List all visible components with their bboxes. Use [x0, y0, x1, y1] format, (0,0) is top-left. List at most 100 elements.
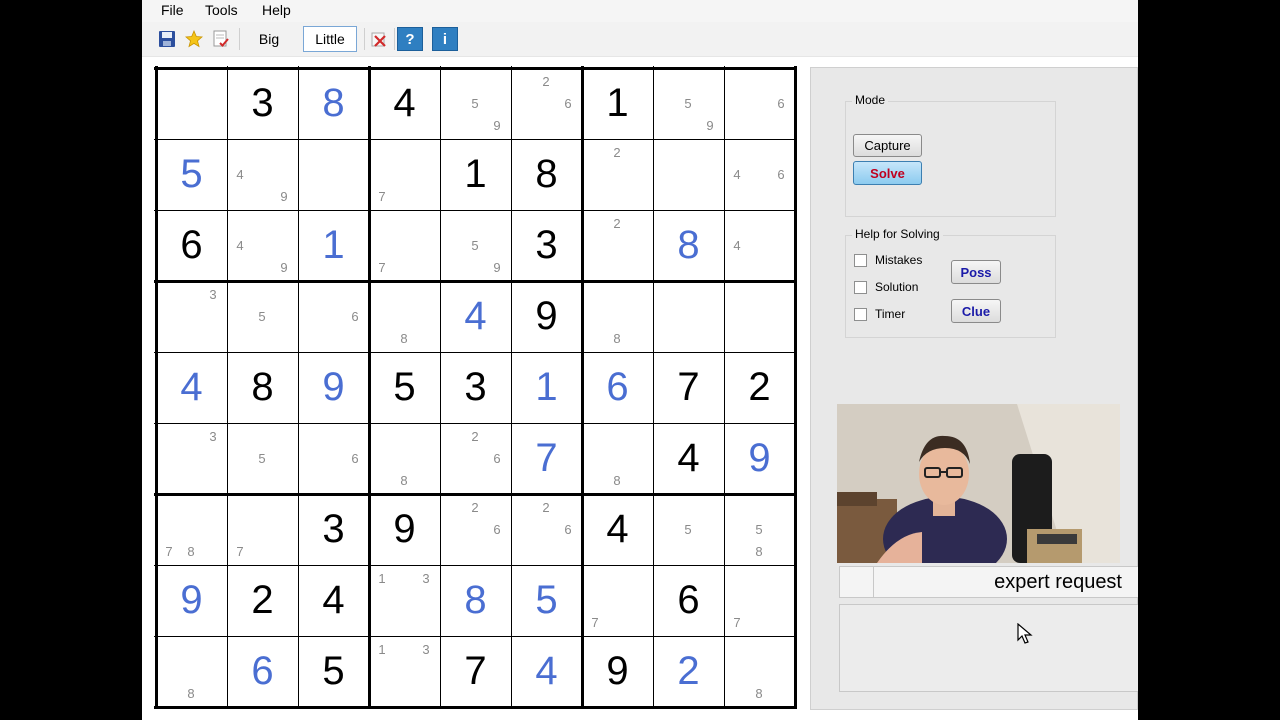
sudoku-cell[interactable] — [724, 281, 795, 352]
sudoku-cell[interactable]: 49 — [227, 139, 298, 210]
sudoku-cell[interactable]: 7 — [724, 565, 795, 636]
menu-help[interactable]: Help — [262, 2, 291, 18]
sudoku-cell[interactable]: 5 — [298, 636, 369, 707]
save-icon[interactable] — [157, 29, 177, 49]
sudoku-cell[interactable] — [156, 68, 227, 139]
solve-button[interactable]: Solve — [853, 161, 922, 185]
timer-checkbox[interactable] — [854, 308, 867, 321]
sudoku-cell[interactable]: 4 — [298, 565, 369, 636]
sudoku-cell[interactable]: 4 — [369, 68, 440, 139]
sudoku-cell[interactable]: 49 — [227, 210, 298, 281]
little-button[interactable]: Little — [303, 26, 357, 52]
sudoku-cell[interactable]: 2 — [227, 565, 298, 636]
sudoku-cell[interactable]: 26 — [511, 68, 582, 139]
sudoku-cell[interactable]: 2 — [582, 210, 653, 281]
star-icon[interactable] — [184, 29, 204, 49]
sudoku-cell[interactable]: 2 — [582, 139, 653, 210]
poss-button[interactable]: Poss — [951, 260, 1001, 284]
sudoku-cell[interactable]: 9 — [298, 352, 369, 423]
sudoku-cell[interactable]: 8 — [156, 636, 227, 707]
sudoku-cell[interactable]: 8 — [369, 281, 440, 352]
sudoku-cell[interactable]: 9 — [369, 494, 440, 565]
sudoku-cell[interactable]: 8 — [582, 423, 653, 494]
sudoku-cell[interactable]: 3 — [511, 210, 582, 281]
sudoku-cell[interactable]: 2 — [653, 636, 724, 707]
sudoku-cell[interactable]: 7 — [511, 423, 582, 494]
sudoku-cell[interactable]: 5 — [156, 139, 227, 210]
sudoku-cell[interactable]: 1 — [511, 352, 582, 423]
sudoku-cell[interactable]: 59 — [653, 68, 724, 139]
sudoku-cell[interactable]: 26 — [511, 494, 582, 565]
sudoku-cell[interactable]: 8 — [653, 210, 724, 281]
sudoku-cell[interactable]: 8 — [724, 636, 795, 707]
sudoku-cell[interactable]: 6 — [653, 565, 724, 636]
info-button[interactable]: i — [432, 27, 458, 51]
sudoku-cell[interactable]: 4 — [724, 210, 795, 281]
sudoku-cell[interactable]: 4 — [582, 494, 653, 565]
sudoku-cell[interactable]: 5 — [227, 281, 298, 352]
sudoku-cell[interactable]: 8 — [298, 68, 369, 139]
sudoku-cell[interactable]: 6 — [582, 352, 653, 423]
sudoku-cell[interactable]: 4 — [511, 636, 582, 707]
clear-icon[interactable] — [369, 29, 389, 49]
sudoku-cell[interactable]: 1 — [440, 139, 511, 210]
sudoku-cell[interactable]: 7 — [227, 494, 298, 565]
sudoku-cell[interactable]: 7 — [369, 139, 440, 210]
sudoku-cell[interactable]: 1 — [582, 68, 653, 139]
sudoku-cell[interactable]: 5 — [511, 565, 582, 636]
sudoku-cell[interactable] — [653, 139, 724, 210]
sudoku-cell[interactable]: 5 — [369, 352, 440, 423]
sudoku-cell[interactable]: 9 — [156, 565, 227, 636]
sudoku-cell[interactable]: 7 — [440, 636, 511, 707]
big-button[interactable]: Big — [246, 26, 292, 52]
sudoku-cell[interactable]: 3 — [440, 352, 511, 423]
sudoku-cell[interactable]: 6 — [298, 423, 369, 494]
sudoku-cell[interactable]: 4 — [156, 352, 227, 423]
sudoku-cell[interactable] — [298, 139, 369, 210]
sudoku-cell[interactable]: 13 — [369, 636, 440, 707]
sudoku-cell[interactable]: 7 — [369, 210, 440, 281]
sudoku-cell[interactable]: 26 — [440, 423, 511, 494]
sudoku-cell[interactable]: 8 — [440, 565, 511, 636]
sudoku-cell[interactable]: 13 — [369, 565, 440, 636]
sudoku-cell[interactable]: 4 — [653, 423, 724, 494]
entered-digit: 2 — [677, 649, 700, 693]
sudoku-cell[interactable]: 5 — [653, 494, 724, 565]
sudoku-cell[interactable]: 6 — [156, 210, 227, 281]
sudoku-cell[interactable]: 59 — [440, 210, 511, 281]
menu-file[interactable]: File — [161, 2, 184, 18]
clue-button[interactable]: Clue — [951, 299, 1001, 323]
sudoku-cell[interactable]: 46 — [724, 139, 795, 210]
sudoku-cell[interactable]: 4 — [440, 281, 511, 352]
sudoku-cell[interactable]: 3 — [156, 423, 227, 494]
mistakes-checkbox[interactable] — [854, 254, 867, 267]
menu-tools[interactable]: Tools — [205, 2, 238, 18]
sudoku-cell[interactable]: 8 — [511, 139, 582, 210]
sudoku-cell[interactable]: 5 — [227, 423, 298, 494]
sudoku-cell[interactable]: 6 — [227, 636, 298, 707]
sudoku-cell[interactable]: 59 — [440, 68, 511, 139]
sudoku-cell[interactable]: 6 — [724, 68, 795, 139]
sudoku-cell[interactable] — [653, 281, 724, 352]
sudoku-cell[interactable]: 2 — [724, 352, 795, 423]
help-button[interactable]: ? — [397, 27, 423, 51]
sudoku-cell[interactable]: 26 — [440, 494, 511, 565]
solution-checkbox[interactable] — [854, 281, 867, 294]
sudoku-cell[interactable]: 1 — [298, 210, 369, 281]
sudoku-cell[interactable]: 8 — [227, 352, 298, 423]
sudoku-cell[interactable]: 78 — [156, 494, 227, 565]
sudoku-cell[interactable]: 6 — [298, 281, 369, 352]
sudoku-cell[interactable]: 9 — [582, 636, 653, 707]
edit-check-icon[interactable] — [211, 29, 231, 49]
sudoku-cell[interactable]: 7 — [653, 352, 724, 423]
capture-button[interactable]: Capture — [853, 134, 922, 157]
sudoku-cell[interactable]: 58 — [724, 494, 795, 565]
sudoku-cell[interactable]: 7 — [582, 565, 653, 636]
sudoku-cell[interactable]: 3 — [156, 281, 227, 352]
sudoku-cell[interactable]: 8 — [582, 281, 653, 352]
sudoku-cell[interactable]: 9 — [511, 281, 582, 352]
sudoku-cell[interactable]: 3 — [298, 494, 369, 565]
sudoku-cell[interactable]: 3 — [227, 68, 298, 139]
sudoku-cell[interactable]: 8 — [369, 423, 440, 494]
sudoku-cell[interactable]: 9 — [724, 423, 795, 494]
